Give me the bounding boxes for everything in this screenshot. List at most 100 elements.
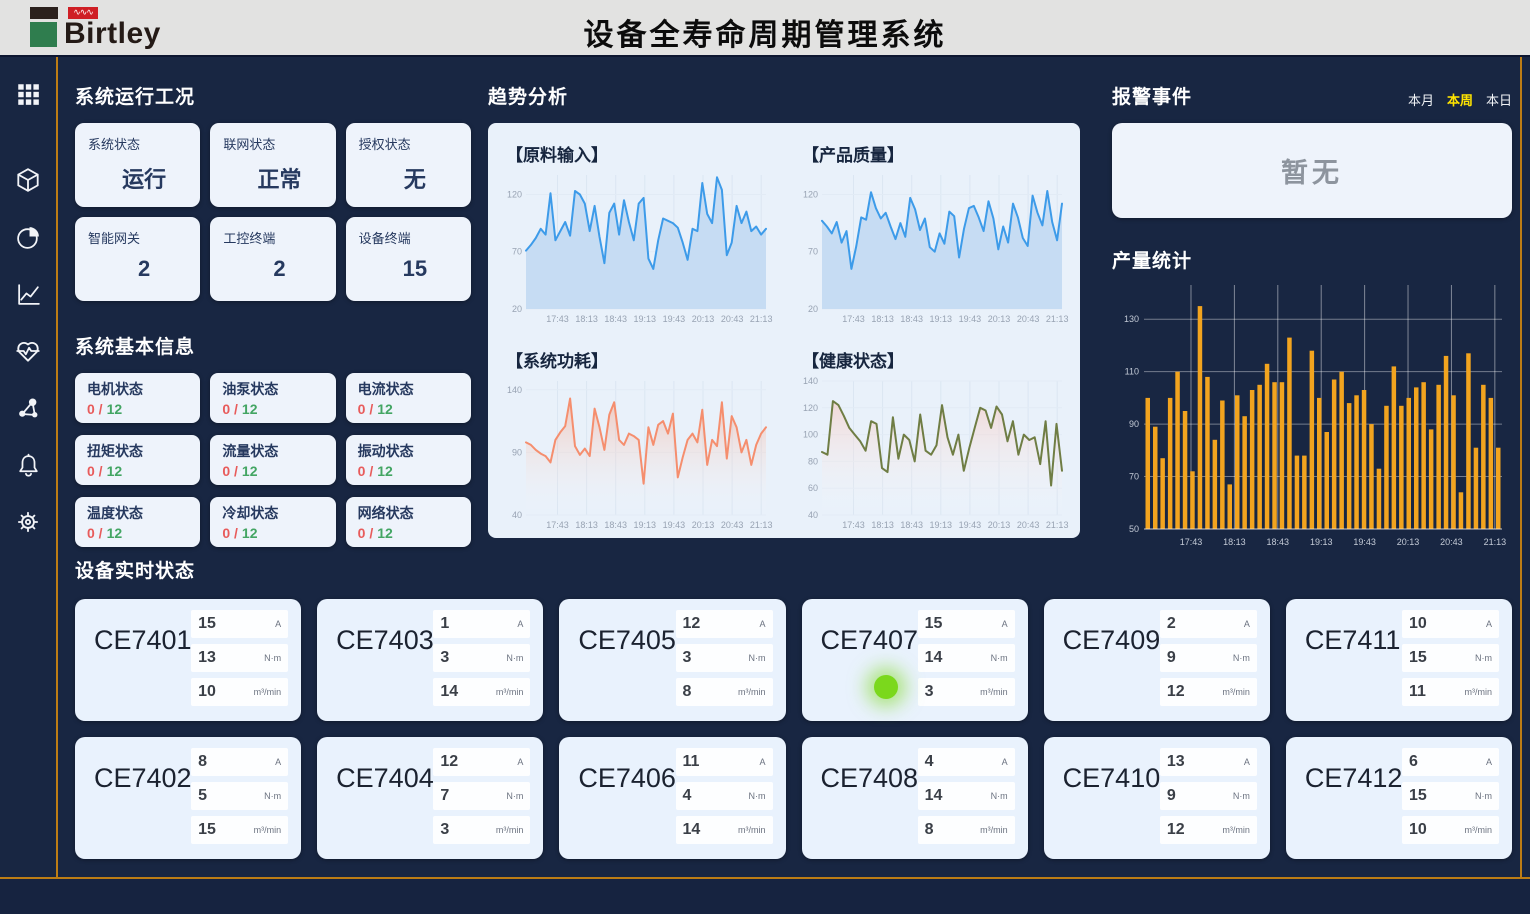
device-card-ce7411[interactable]: CE741110A15N·m11m³/min	[1286, 599, 1512, 721]
device-card-ce7403[interactable]: CE74031A3N·m14m³/min	[317, 599, 543, 721]
device-unit: N·m	[506, 653, 523, 663]
production-title: 产量统计	[1112, 246, 1512, 273]
device-unit: m³/min	[738, 687, 766, 697]
device-name: CE7408	[821, 763, 919, 794]
device-value-row: 10m³/min	[1402, 816, 1499, 844]
svg-text:90: 90	[512, 447, 522, 457]
svg-text:18:13: 18:13	[575, 314, 598, 324]
status-card-label: 联网状态	[223, 134, 335, 153]
device-value-row: 12A	[676, 610, 773, 638]
device-unit: A	[1244, 619, 1250, 629]
svg-text:20:43: 20:43	[721, 520, 744, 530]
svg-text:20:43: 20:43	[1017, 520, 1040, 530]
device-value: 7	[440, 787, 449, 805]
device-card-ce7401[interactable]: CE740115A13N·m10m³/min	[75, 599, 301, 721]
device-unit: A	[1244, 757, 1250, 767]
device-card-ce7402[interactable]: CE74028A5N·m15m³/min	[75, 737, 301, 859]
svg-text:19:13: 19:13	[930, 314, 953, 324]
device-value: 3	[925, 683, 934, 701]
alarm-tab-2[interactable]: 本日	[1486, 90, 1512, 109]
device-unit: m³/min	[1465, 687, 1493, 697]
line-chart-icon[interactable]	[8, 274, 48, 314]
total-count: 12	[242, 401, 258, 417]
device-card-ce7406[interactable]: CE740611A4N·m14m³/min	[559, 737, 785, 859]
device-card-ce7412[interactable]: CE74126A15N·m10m³/min	[1286, 737, 1512, 859]
trend-chart-title: 【产品质量】	[802, 141, 1074, 166]
info-card-counts: 0 /12	[222, 463, 335, 479]
device-value: 10	[198, 683, 216, 701]
device-unit: N·m	[749, 791, 766, 801]
svg-text:18:43: 18:43	[1267, 537, 1290, 547]
info-card-label: 电机状态	[87, 379, 200, 399]
info-card-label: 冷却状态	[222, 503, 335, 523]
device-value-row: 11m³/min	[1402, 678, 1499, 706]
system-status-grid: 系统状态运行联网状态正常授权状态无智能网关2工控终端2设备终端15	[75, 123, 471, 301]
device-value: 15	[925, 615, 943, 633]
device-value-row: 2A	[1160, 610, 1257, 638]
molecule-icon[interactable]	[8, 388, 48, 428]
device-value: 8	[683, 683, 692, 701]
apps-grid-icon[interactable]	[8, 74, 48, 114]
device-name: CE7401	[94, 625, 192, 656]
cube-icon[interactable]	[8, 160, 48, 200]
device-value: 3	[440, 821, 449, 839]
svg-text:19:43: 19:43	[959, 520, 982, 530]
system-status-title: 系统运行工况	[75, 82, 471, 109]
trend-chart-product-quality: 120702017:4318:1318:4319:1319:4320:1320:…	[794, 168, 1070, 326]
alarm-tab-0[interactable]: 本月	[1408, 90, 1434, 109]
status-card-value: 15	[359, 256, 471, 282]
device-card-ce7405[interactable]: CE740512A3N·m8m³/min	[559, 599, 785, 721]
trend-chart-title: 【原料输入】	[506, 141, 778, 166]
device-card-ce7410[interactable]: CE741013A9N·m12m³/min	[1044, 737, 1270, 859]
info-card-6: 温度状态0 /12	[75, 497, 200, 547]
device-values: 11A4N·m14m³/min	[676, 748, 773, 844]
status-card-value: 无	[359, 162, 471, 194]
alarm-empty-card: 暂无	[1112, 123, 1512, 218]
device-value-row: 15A	[191, 610, 288, 638]
status-card-1: 联网状态正常	[210, 123, 335, 207]
svg-text:20:13: 20:13	[692, 520, 715, 530]
alarm-tab-1[interactable]: 本周	[1447, 90, 1473, 109]
health-pulse-icon[interactable]	[8, 331, 48, 371]
alarm-count: 0 /	[358, 463, 374, 479]
status-card-0: 系统状态运行	[75, 123, 200, 207]
device-values: 12A3N·m8m³/min	[676, 610, 773, 706]
device-value: 13	[198, 649, 216, 667]
status-card-label: 设备终端	[359, 228, 471, 247]
device-values: 6A15N·m10m³/min	[1402, 748, 1499, 844]
svg-text:18:13: 18:13	[1223, 537, 1246, 547]
info-card-counts: 0 /12	[358, 525, 471, 541]
gear-icon[interactable]	[8, 502, 48, 542]
bell-icon[interactable]	[8, 445, 48, 485]
device-card-ce7407[interactable]: CE740715A14N·m3m³/min	[802, 599, 1028, 721]
production-chart: 13011090705017:4318:1318:4319:1319:4320:…	[1112, 279, 1512, 556]
pie-chart-icon[interactable]	[8, 217, 48, 257]
device-unit: m³/min	[254, 825, 282, 835]
info-card-7: 冷却状态0 /12	[210, 497, 335, 547]
device-value: 5	[198, 787, 207, 805]
device-value-row: 14N·m	[918, 782, 1015, 810]
device-unit: A	[517, 757, 523, 767]
device-value-row: 10m³/min	[191, 678, 288, 706]
device-name: CE7412	[1305, 763, 1403, 794]
production-bar-chart: 13011090705017:4318:1318:4319:1319:4320:…	[1112, 279, 1512, 551]
device-card-ce7404[interactable]: CE740412A7N·m3m³/min	[317, 737, 543, 859]
svg-text:20:13: 20:13	[988, 314, 1011, 324]
device-card-ce7409[interactable]: CE74092A9N·m12m³/min	[1044, 599, 1270, 721]
device-value: 10	[1409, 821, 1427, 839]
device-value-row: 8 m³/min	[676, 678, 773, 706]
device-value-row: 9N·m	[1160, 782, 1257, 810]
device-unit: A	[275, 757, 281, 767]
device-value-row: 12A	[433, 748, 530, 776]
left-column: 系统运行工况 系统状态运行联网状态正常授权状态无智能网关2工控终端2设备终端15…	[75, 55, 471, 547]
svg-text:19:13: 19:13	[634, 520, 657, 530]
device-card-ce7408[interactable]: CE74084A14N·m8m³/min	[802, 737, 1028, 859]
device-values: 2A9N·m12m³/min	[1160, 610, 1257, 706]
device-name: CE7402	[94, 763, 192, 794]
device-name: CE7411	[1305, 625, 1401, 656]
device-value: 9	[1167, 787, 1176, 805]
device-value: 14	[440, 683, 458, 701]
gold-frame-right	[1520, 57, 1522, 877]
svg-text:19:43: 19:43	[663, 314, 686, 324]
svg-text:19:43: 19:43	[959, 314, 982, 324]
